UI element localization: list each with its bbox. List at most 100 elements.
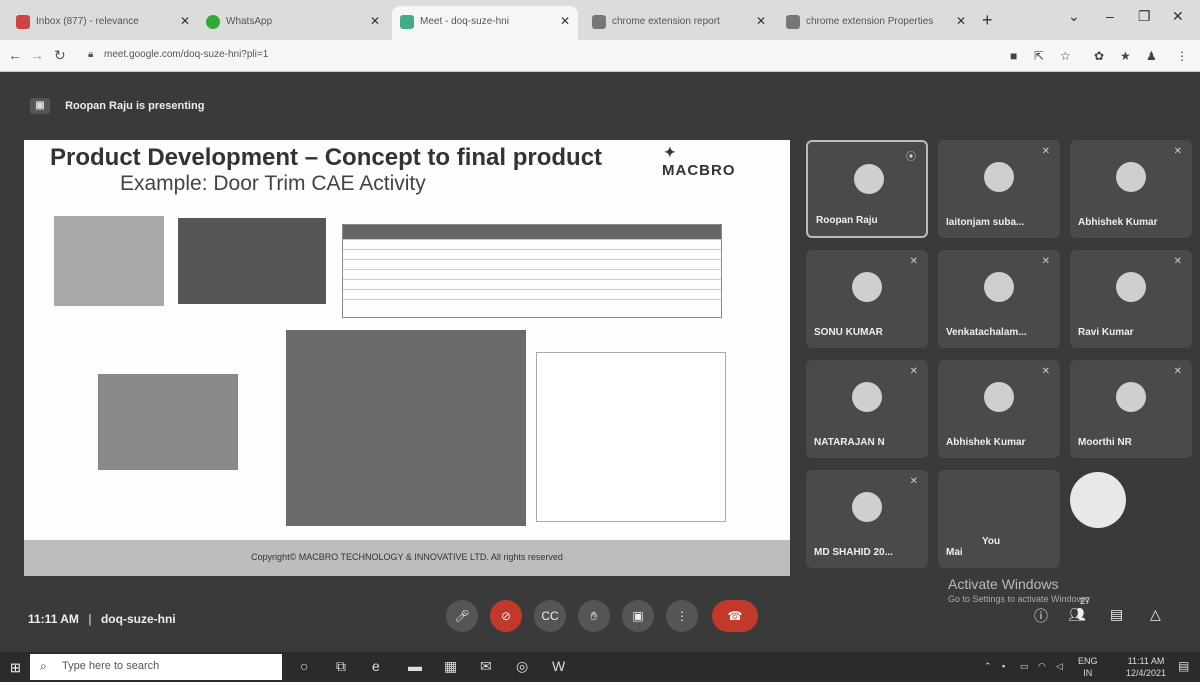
windows-start-icon[interactable]: ⊞	[10, 660, 21, 676]
explorer-icon[interactable]: ▬	[408, 658, 422, 674]
participant-tile[interactable]: ✕ MD SHAHID 20...	[806, 470, 928, 568]
captions-button[interactable]: CC	[534, 600, 566, 632]
participant-name: Moorthi NR	[1078, 437, 1132, 448]
slide-title: Product Development – Concept to final p…	[50, 144, 603, 171]
close-icon[interactable]: ✕	[560, 14, 570, 28]
task-view-icon[interactable]: ⧉	[336, 658, 346, 675]
table-row	[343, 259, 721, 269]
url-text: meet.google.com/doq-suze-hni?pli=1	[104, 49, 269, 60]
sparkle-icon: ✦	[664, 144, 677, 160]
star-icon[interactable]: ☆	[1060, 49, 1071, 63]
language-indicator[interactable]: ENG IN	[1078, 655, 1098, 679]
minimize-button[interactable]: –	[1106, 8, 1114, 24]
notifications-icon[interactable]: ▤	[1178, 659, 1189, 673]
people-icon[interactable]: 👥︎	[1068, 606, 1086, 623]
meeting-time: 11:11 AM	[28, 612, 79, 626]
participant-tile[interactable]: ✕ Venkatachalam...	[938, 250, 1060, 348]
battery-icon[interactable]: ▭	[1020, 661, 1029, 672]
camera-icon[interactable]: ■	[1010, 49, 1017, 63]
participant-tile[interactable]: ⦿ Roopan Raju	[806, 140, 928, 238]
avatar	[984, 272, 1014, 302]
close-window-button[interactable]: ✕	[1172, 8, 1184, 25]
stress-plot-image	[98, 374, 238, 470]
tab-chrome-extension-report[interactable]: chrome extension report ✕	[584, 6, 774, 40]
share-icon[interactable]: ⇱	[1034, 49, 1044, 63]
reload-icon[interactable]: ↻	[54, 47, 66, 64]
activate-windows-title: Activate Windows	[948, 576, 1059, 592]
activities-icon[interactable]: △	[1150, 606, 1161, 623]
more-options-button[interactable]: ⋮	[666, 600, 698, 632]
meet-stage: ▣ Roopan Raju is presenting Product Deve…	[0, 72, 1200, 652]
table-row	[343, 249, 721, 259]
tab-inbox[interactable]: Inbox (877) - relevance ✕	[8, 6, 198, 40]
chevron-up-icon[interactable]: ⌃	[984, 661, 992, 672]
tab-title: chrome extension Properties	[806, 16, 934, 27]
participant-tile[interactable]: ✕ NATARAJAN N	[806, 360, 928, 458]
volume-icon[interactable]: ◁	[1056, 661, 1063, 672]
self-view-tile[interactable]: You	[968, 470, 1138, 560]
chevron-down-icon[interactable]: ⌄	[1068, 8, 1080, 25]
avatar	[852, 382, 882, 412]
participant-tile[interactable]: ✕ SONU KUMAR	[806, 250, 928, 348]
cortana-icon[interactable]: ○	[300, 658, 308, 674]
raise-hand-button[interactable]: ✋︎	[578, 600, 610, 632]
self-label: You	[982, 536, 1001, 547]
participant-name: Mai	[946, 547, 963, 558]
self-avatar	[1070, 472, 1126, 528]
avatar	[854, 164, 884, 194]
new-tab-button[interactable]: +	[982, 10, 993, 31]
table-row	[343, 279, 721, 289]
taskbar-search[interactable]: ⌕ Type here to search	[30, 654, 282, 680]
back-icon[interactable]: ←	[8, 47, 22, 63]
puzzle-icon[interactable]: ★	[1120, 49, 1131, 63]
close-icon[interactable]: ✕	[370, 14, 380, 28]
participant-name: Venkatachalam...	[946, 327, 1027, 338]
close-icon[interactable]: ✕	[180, 14, 190, 28]
door-trim-model-image	[54, 216, 164, 306]
forward-icon[interactable]: →	[30, 47, 44, 63]
participant-tile[interactable]: ✕ Moorthi NR	[1070, 360, 1192, 458]
shared-slide: Product Development – Concept to final p…	[24, 140, 790, 576]
extension-icon[interactable]: ✿	[1094, 49, 1104, 63]
participant-count: 27	[1080, 596, 1091, 606]
url-field[interactable]: 🔒︎ meet.google.com/doq-suze-hni?pli=1	[78, 45, 958, 67]
tab-chrome-extension-properties[interactable]: chrome extension Properties ✕	[778, 6, 974, 40]
close-icon[interactable]: ✕	[756, 14, 766, 28]
word-icon[interactable]: W	[552, 658, 565, 674]
tab-title: WhatsApp	[226, 16, 273, 27]
clock-time: 11:11 AM	[1127, 656, 1165, 666]
leave-call-button[interactable]: ☎	[712, 600, 758, 632]
participant-tile[interactable]: ✕ Abhishek Kumar	[1070, 140, 1192, 238]
chat-icon[interactable]: ▤	[1110, 606, 1123, 623]
mic-button[interactable]: 🎤︎	[446, 600, 478, 632]
participant-tile[interactable]: ✕ Iaitonjam suba...	[938, 140, 1060, 238]
tray-app-icon[interactable]: ▪	[1002, 661, 1005, 671]
close-icon[interactable]: ✕	[956, 14, 966, 28]
avatar	[984, 382, 1014, 412]
wifi-icon[interactable]: ◠	[1038, 661, 1046, 672]
tab-whatsapp[interactable]: WhatsApp ✕	[198, 6, 388, 40]
participant-tile[interactable]: ✕ Ravi Kumar	[1070, 250, 1192, 348]
results-table	[342, 224, 722, 318]
whatsapp-icon	[206, 15, 220, 29]
avatar	[984, 162, 1014, 192]
edge-icon[interactable]: e	[372, 658, 380, 674]
chrome-icon[interactable]: ◎	[516, 658, 528, 675]
info-icon[interactable]: ⓘ	[1034, 606, 1048, 626]
kebab-menu-icon[interactable]: ⋮	[1176, 49, 1188, 63]
profile-icon[interactable]: ♟	[1146, 49, 1157, 63]
meeting-info: 11:11 AM | doq-suze-hni	[28, 612, 176, 626]
mic-off-icon: ✕	[1173, 366, 1182, 377]
store-icon[interactable]: ▦	[444, 658, 457, 675]
present-now-button[interactable]: ▣	[622, 600, 654, 632]
maximize-button[interactable]: ❐	[1138, 8, 1151, 25]
tab-meet[interactable]: Meet - doq-suze-hni ✕	[392, 6, 578, 40]
taskbar-clock[interactable]: 11:11 AM 12/4/2021	[1126, 655, 1166, 679]
mail-icon[interactable]: ✉	[480, 658, 492, 675]
camera-off-button[interactable]: ⊘	[490, 600, 522, 632]
macbro-logo: ✦ MACBRO	[662, 144, 736, 179]
browser-tab-bar: Inbox (877) - relevance ✕ WhatsApp ✕ Mee…	[0, 0, 1200, 40]
participant-tile[interactable]: ✕ Abhishek Kumar	[938, 360, 1060, 458]
slide-copyright: Copyright© MACBRO TECHNOLOGY & INNOVATIV…	[24, 540, 790, 576]
participant-name: MD SHAHID 20...	[814, 547, 893, 558]
